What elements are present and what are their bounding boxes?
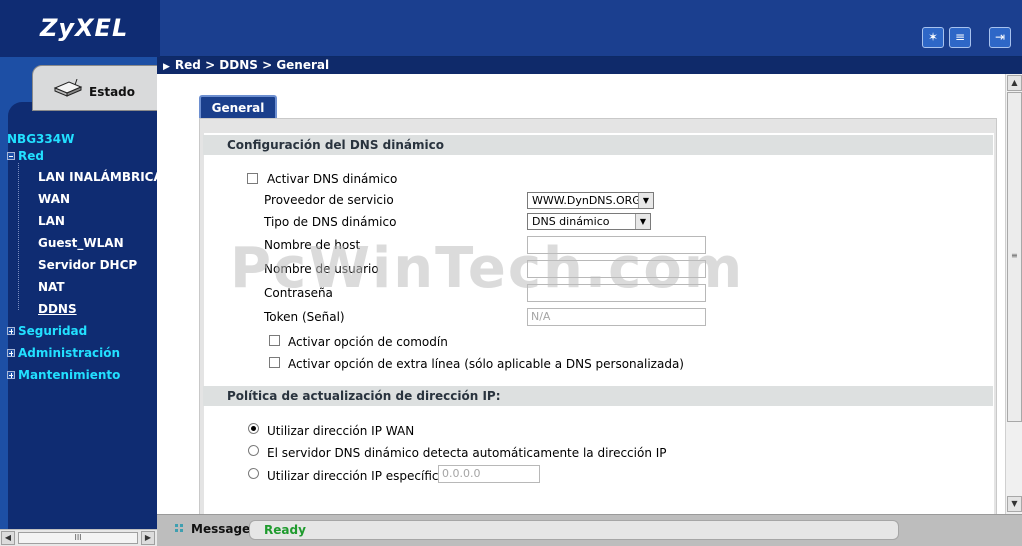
tree-item-seguridad[interactable]: Seguridad <box>7 324 87 338</box>
status-bar: Message Ready <box>157 514 1022 546</box>
logout-icon[interactable]: ⇥ <box>989 27 1011 48</box>
router-icon <box>53 79 83 97</box>
main-content: General Configuración del DNS dinámico A… <box>157 74 1005 519</box>
status-label: Message <box>191 522 251 536</box>
scroll-thumb[interactable]: ≡ <box>1007 92 1022 422</box>
ddns-type-label: Tipo de DNS dinámico <box>264 215 397 229</box>
tree-label-red: Red <box>18 149 44 163</box>
username-input[interactable] <box>527 260 706 278</box>
wildcard-label: Activar opción de comodín <box>288 335 448 349</box>
provider-select[interactable]: WWW.DynDNS.ORG ▼ <box>527 192 654 209</box>
expand-icon[interactable] <box>7 348 15 357</box>
wizard-icon[interactable]: ✶ <box>922 27 944 48</box>
hostname-label: Nombre de host <box>264 238 361 252</box>
scroll-right-icon[interactable]: ▶ <box>141 531 155 545</box>
username-label: Nombre de usuario <box>264 262 379 276</box>
specific-ip-input[interactable]: 0.0.0.0 <box>438 465 540 483</box>
device-name: NBG334W <box>7 132 75 146</box>
header-bar: ZyXEL ✶ ≡ ⇥ <box>0 0 1022 57</box>
scroll-thumb[interactable]: III <box>18 532 138 544</box>
scroll-down-icon[interactable]: ▼ <box>1007 496 1022 512</box>
tree-item-administracion[interactable]: Administración <box>7 346 120 360</box>
content-panel-inner <box>204 133 994 519</box>
estado-tab[interactable]: Estado <box>32 65 157 111</box>
main-vscrollbar[interactable]: ▲ ≡ ▼ <box>1005 74 1022 514</box>
logo-area: ZyXEL <box>0 0 160 57</box>
token-label: Token (Señal) <box>264 310 345 324</box>
notes-icon[interactable]: ≡ <box>949 27 971 48</box>
ip-policy-section-header: Política de actualización de dirección I… <box>203 386 993 406</box>
auto-detect-radio[interactable] <box>248 445 259 456</box>
hostname-input[interactable] <box>527 236 706 254</box>
tree-item-servidor-dhcp[interactable]: Servidor DHCP <box>38 258 137 272</box>
enable-ddns-checkbox[interactable] <box>247 173 258 184</box>
auto-detect-label: El servidor DNS dinámico detecta automát… <box>267 446 667 460</box>
token-input[interactable]: N/A <box>527 308 706 326</box>
zyxel-logo: ZyXEL <box>40 14 129 42</box>
tree-item-lan[interactable]: LAN <box>38 214 65 228</box>
wan-ip-label: Utilizar dirección IP WAN <box>267 424 415 438</box>
offline-checkbox[interactable] <box>269 357 280 368</box>
wildcard-checkbox[interactable] <box>269 335 280 346</box>
tree-item-red[interactable]: Red <box>7 149 44 163</box>
specific-ip-radio[interactable] <box>248 468 259 479</box>
expand-icon[interactable] <box>7 370 15 379</box>
tree-item-guest-wlan[interactable]: Guest_WLAN <box>38 236 124 250</box>
scroll-left-icon[interactable]: ◀ <box>1 531 15 545</box>
ddns-section-header: Configuración del DNS dinámico <box>203 135 993 155</box>
sidebar-hscrollbar[interactable]: ◀ III ▶ <box>0 529 157 546</box>
tree-connector <box>18 163 19 310</box>
ddns-type-select[interactable]: DNS dinámico ▼ <box>527 213 651 230</box>
breadcrumb-text: Red > DDNS > General <box>174 58 330 72</box>
offline-label: Activar opción de extra línea (sólo apli… <box>288 357 684 371</box>
tree-item-ddns[interactable]: DDNS <box>38 302 77 316</box>
scroll-up-icon[interactable]: ▲ <box>1007 75 1022 91</box>
grip-icon <box>175 524 183 532</box>
tree-item-wan[interactable]: WAN <box>38 192 70 206</box>
status-message: Ready <box>249 520 899 540</box>
enable-ddns-label: Activar DNS dinámico <box>267 172 398 186</box>
tree-item-nat[interactable]: NAT <box>38 280 65 294</box>
wan-ip-radio[interactable] <box>248 423 259 434</box>
tab-general[interactable]: General <box>199 95 277 120</box>
provider-value: WWW.DynDNS.ORG <box>532 194 641 207</box>
chevron-down-icon: ▼ <box>635 214 650 229</box>
tree-label-mantenimiento: Mantenimiento <box>18 368 121 382</box>
sidebar-panel <box>8 102 157 529</box>
estado-label: Estado <box>89 85 136 99</box>
breadcrumb-arrow-icon: ▶ <box>163 62 170 72</box>
ddns-type-value: DNS dinámico <box>532 215 610 228</box>
breadcrumb: ▶ Red > DDNS > General <box>157 57 1022 74</box>
tree-label-seguridad: Seguridad <box>18 324 88 338</box>
specific-ip-label: Utilizar dirección IP específica <box>267 469 446 483</box>
tree-item-mantenimiento[interactable]: Mantenimiento <box>7 368 120 382</box>
app-window: ZyXEL ✶ ≡ ⇥ ▶ Red > DDNS > General Estado… <box>0 0 1022 546</box>
expand-icon[interactable] <box>7 326 15 335</box>
tree-item-lan-inalambrica[interactable]: LAN INALÁMBRICA <box>38 170 157 184</box>
tree-label-administracion: Administración <box>18 346 121 360</box>
provider-label: Proveedor de servicio <box>264 193 394 207</box>
password-label: Contraseña <box>264 286 333 300</box>
chevron-down-icon: ▼ <box>638 193 653 208</box>
password-input[interactable] <box>527 284 706 302</box>
collapse-icon[interactable] <box>7 151 15 160</box>
sidebar: Estado NBG334W Red LAN INALÁMBRICA WAN L… <box>0 57 157 529</box>
